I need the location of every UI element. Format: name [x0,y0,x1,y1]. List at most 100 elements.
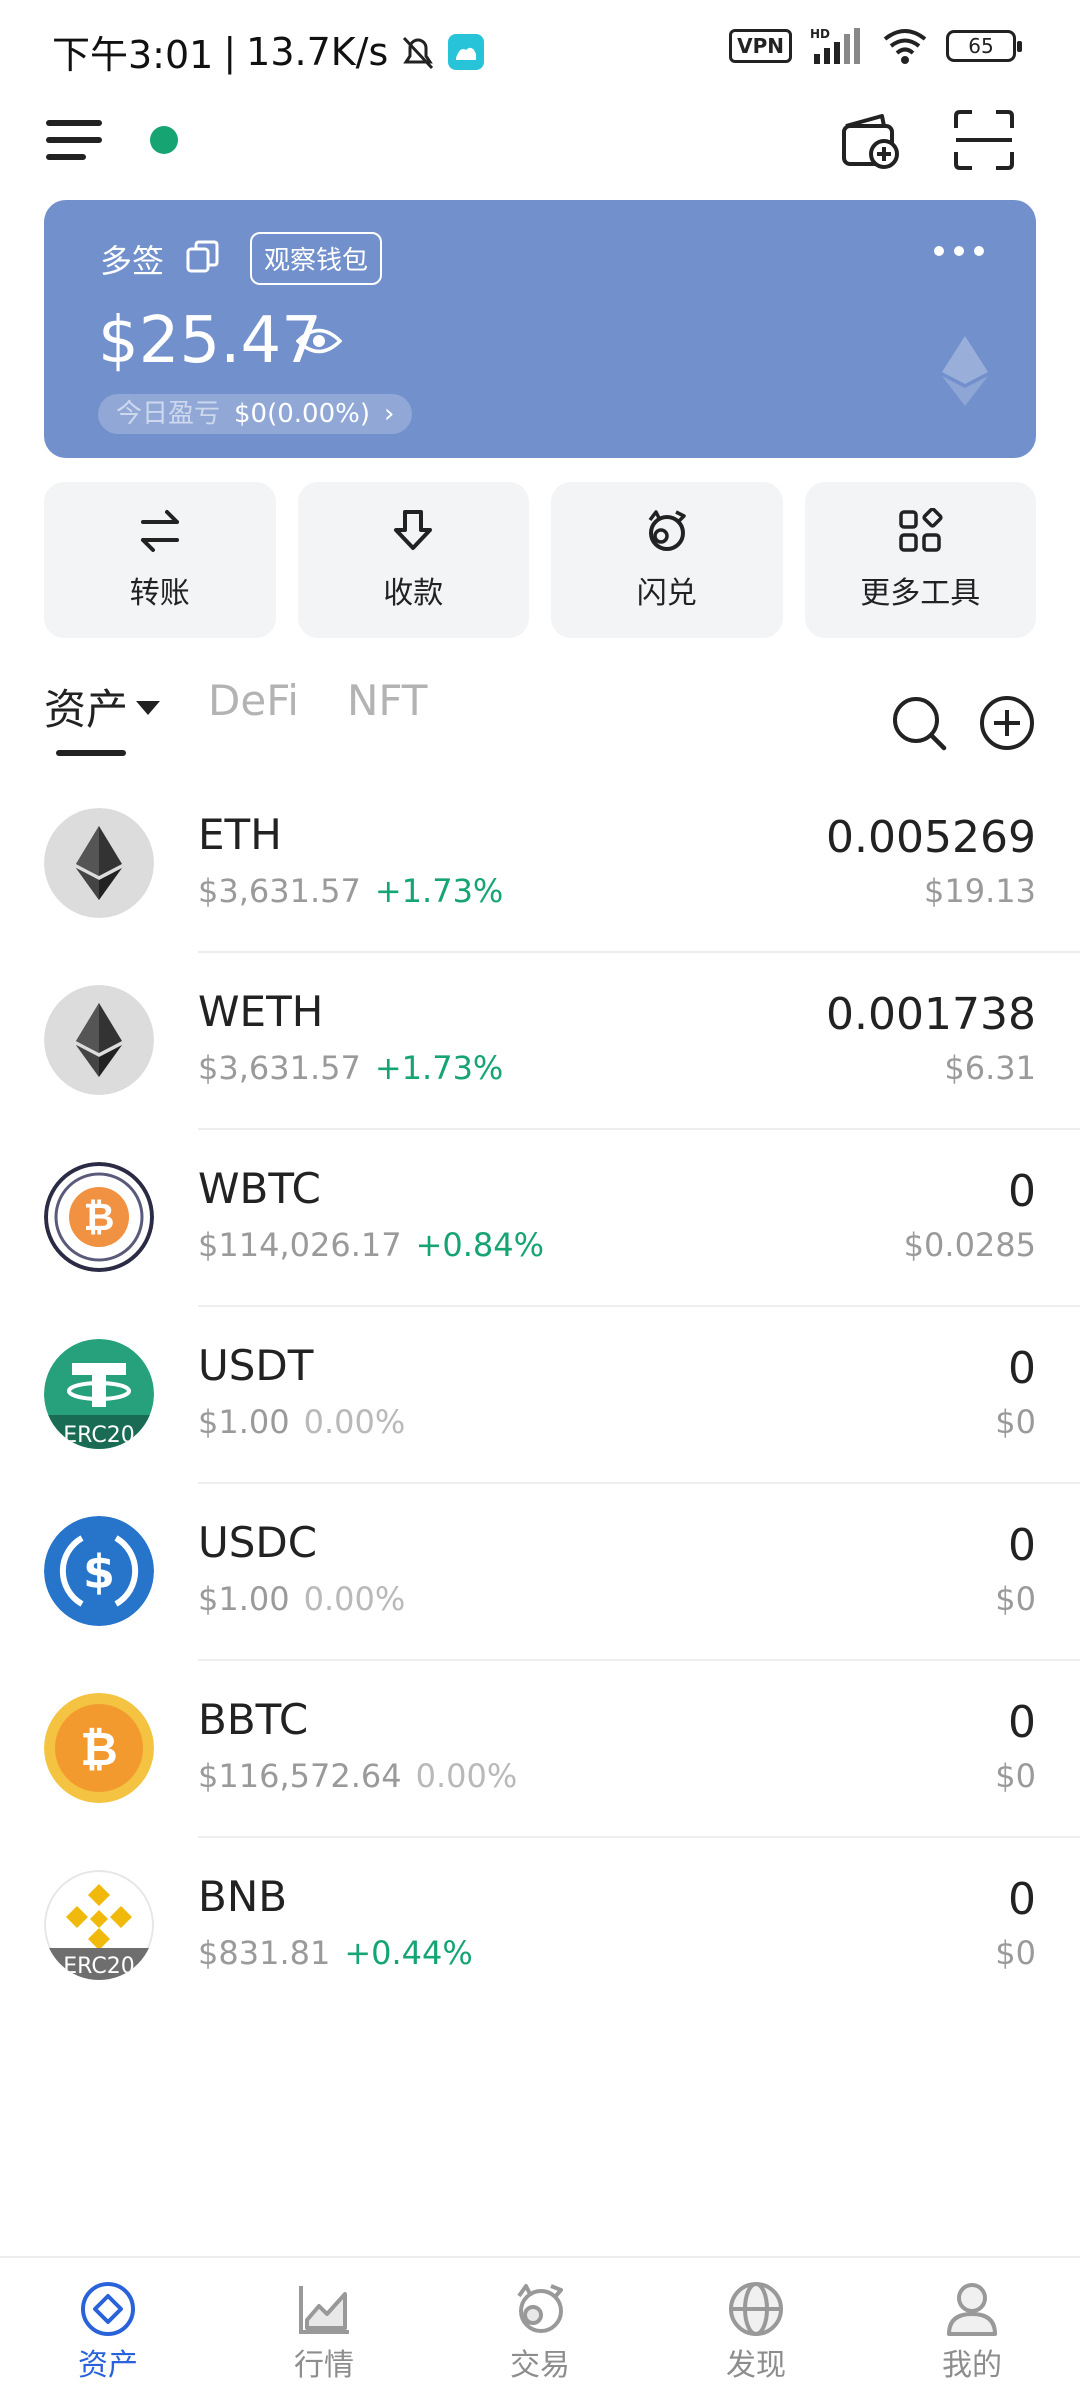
asset-change: +0.44% [344,1934,473,1972]
status-right: VPN HD 65 [729,26,1022,66]
pnl-label: 今日盈亏 [116,399,221,429]
asset-amount: 0 [1008,1697,1036,1748]
asset-value: $0 [995,1934,1036,1972]
asset-symbol: WETH [198,987,324,1036]
asset-price-line: $116,572.64 0.00% [198,1757,517,1795]
erc20-tag: ERC20 [63,1423,134,1448]
svg-text:₿: ₿ [80,1722,118,1776]
asset-amount: 0 [1008,1520,1036,1571]
hd-label: HD [810,27,830,41]
bottom-nav: 资产 行情 交易 发现 我的 [0,2256,1080,2400]
usdt-icon: ERC20 [44,1339,154,1449]
scan-icon[interactable] [952,108,1016,172]
status-bar: 下午3:01 | 13.7K/s VPN HD 65 [0,0,1080,96]
nav-market-label: 行情 [294,2348,354,2383]
more-tools-label: 更多工具 [860,576,981,611]
tab-nft[interactable]: NFT [347,676,428,725]
wallet-card[interactable]: 多签 观察钱包 $25.47 今日盈亏 $0(0.00%) › [44,200,1036,458]
swap-icon [648,510,686,551]
tab-defi[interactable]: DeFi [208,676,299,725]
asset-price: $3,631.57 [198,872,361,910]
bnb-icon: ERC20 [44,1870,154,1980]
copy-icon[interactable] [186,240,220,274]
total-balance: $25.47 [98,304,322,378]
swap-label: 闪兑 [636,576,697,611]
transfer-button[interactable]: 转账 [44,482,276,638]
caret-down-icon [136,700,161,715]
asset-price: $831.81 [198,1934,331,1972]
asset-price-line: $1.00 0.00% [198,1580,405,1618]
asset-amount: 0 [1008,1874,1036,1925]
status-separator: | [223,29,237,74]
erc20-tag: ERC20 [63,1954,134,1979]
asset-price: $1.00 [198,1580,290,1618]
asset-amount: 0.001738 [826,989,1036,1040]
app-notification-icon [448,33,485,70]
asset-list: ETH $3,631.57 +1.73% 0.005269 $19.13 WET… [0,776,1080,2015]
asset-price: $3,631.57 [198,1049,361,1087]
wallet-add-icon[interactable] [838,108,902,172]
eth-icon [44,808,154,918]
asset-change: 0.00% [303,1580,406,1618]
quick-actions: 转账 收款 闪兑 更多工具 [44,482,1036,638]
nav-profile[interactable]: 我的 [864,2258,1080,2400]
eye-icon[interactable] [296,324,342,358]
watch-wallet-badge: 观察钱包 [250,232,383,285]
status-time: 下午3:01 [52,33,214,77]
receive-icon [394,510,433,550]
asset-price-line: $114,026.17 +0.84% [198,1226,544,1264]
battery-level: 65 [968,34,994,58]
asset-price: $114,026.17 [198,1226,402,1264]
asset-tabs: 资产 DeFi NFT [44,676,427,756]
menu-icon[interactable] [46,120,102,160]
asset-row-weth[interactable]: WETH $3,631.57 +1.73% 0.001738 $6.31 [0,953,1080,1130]
weth-icon [44,985,154,1095]
asset-row-usdt[interactable]: ERC20 USDT $1.00 0.00% 0 $0 [0,1307,1080,1484]
asset-price-line: $1.00 0.00% [198,1403,405,1441]
asset-change: +1.73% [374,872,504,910]
svg-text:₿: ₿ [84,1195,115,1239]
asset-value: $0.0285 [903,1226,1036,1264]
today-pnl[interactable]: 今日盈亏 $0(0.00%) › [98,394,413,434]
asset-price: $1.00 [198,1403,290,1441]
trade-icon [517,2284,563,2333]
wbtc-icon: ₿ [44,1162,154,1272]
asset-change: 0.00% [415,1757,518,1795]
asset-value: $0 [995,1580,1036,1618]
nav-market[interactable]: 行情 [216,2258,432,2400]
asset-row-usdc[interactable]: $ USDC $1.00 0.00% 0 $0 [0,1484,1080,1661]
pnl-value: $0(0.00%) [234,399,370,429]
nav-trade[interactable]: 交易 [432,2258,648,2400]
battery-indicator: 65 [946,30,1022,62]
asset-row-bnb[interactable]: ERC20 BNB $831.81 +0.44% 0 $0 [0,1838,1080,2015]
chevron-right-icon: › [383,399,395,429]
status-net-speed: 13.7K/s [246,29,389,74]
receive-label: 收款 [383,576,444,611]
wifi-icon [883,29,927,64]
tab-assets[interactable]: 资产 [44,676,161,756]
wallet-name: 多签 [100,242,165,280]
tab-active-indicator [56,750,126,756]
nav-assets[interactable]: 资产 [0,2258,216,2400]
swap-button[interactable]: 闪兑 [551,482,783,638]
more-tools-button[interactable]: 更多工具 [804,482,1036,638]
vpn-badge: VPN [729,29,792,63]
asset-price-line: $3,631.57 +1.73% [198,872,503,910]
receive-button[interactable]: 收款 [297,482,529,638]
add-token-icon[interactable] [978,694,1036,752]
eth-watermark-icon [942,336,988,406]
asset-row-eth[interactable]: ETH $3,631.57 +1.73% 0.005269 $19.13 [0,776,1080,953]
asset-symbol: USDT [198,1341,314,1390]
nav-discover[interactable]: 发现 [648,2258,864,2400]
asset-row-bbtc[interactable]: ₿ BBTC $116,572.64 0.00% 0 $0 [0,1661,1080,1838]
asset-amount: 0.005269 [826,812,1036,863]
more-tools-icon [899,508,943,552]
asset-row-wbtc[interactable]: ₿ WBTC $114,026.17 +0.84% 0 $0.0285 [0,1130,1080,1307]
asset-symbol: BBTC [198,1695,309,1744]
asset-price-line: $831.81 +0.44% [198,1934,473,1972]
more-options-icon[interactable] [934,246,984,260]
transfer-icon [140,510,179,552]
search-icon[interactable] [890,694,948,752]
mute-icon [403,36,434,69]
profile-icon [947,2283,997,2336]
